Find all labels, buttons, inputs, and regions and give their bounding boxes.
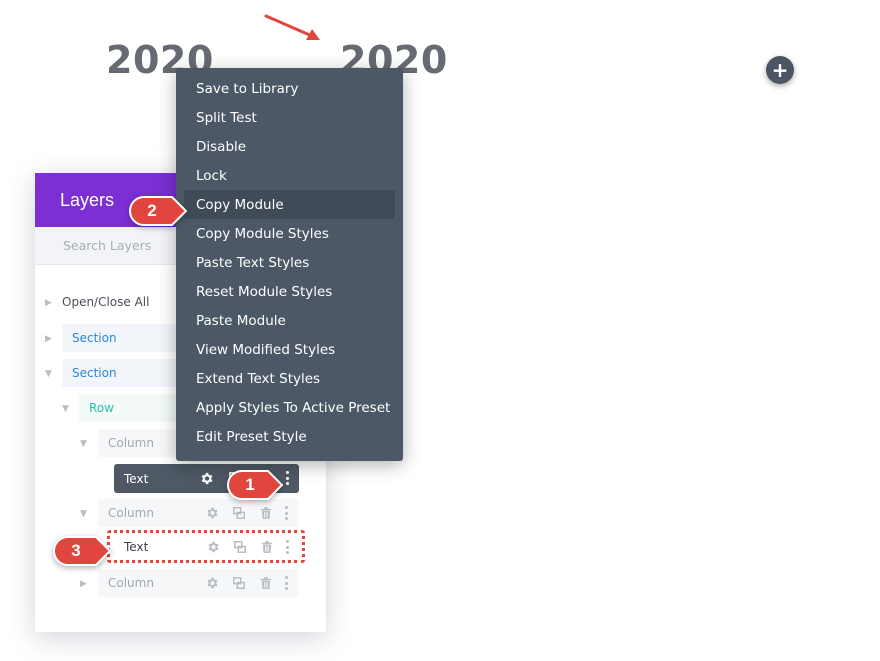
menu-item-lock[interactable]: Lock — [184, 161, 395, 190]
menu-item-paste-text-styles[interactable]: Paste Text Styles — [184, 248, 395, 277]
layer-column-3[interactable]: Column — [98, 569, 298, 597]
step-number: 2 — [147, 201, 157, 220]
collapse-triangle-icon[interactable]: ▼ — [62, 404, 69, 414]
menu-item-paste-module[interactable]: Paste Module — [184, 306, 395, 335]
layer-label: Row — [89, 401, 114, 415]
expand-triangle-icon[interactable]: ▶ — [45, 298, 52, 308]
expand-triangle-icon[interactable]: ▶ — [80, 579, 87, 589]
add-module-button[interactable]: + — [766, 56, 794, 84]
collapse-triangle-icon[interactable]: ▼ — [45, 369, 52, 379]
module-context-menu: Save to Library Split Test Disable Lock … — [176, 68, 403, 461]
gear-icon[interactable] — [199, 471, 214, 486]
gear-icon[interactable] — [205, 540, 220, 555]
expand-triangle-icon[interactable]: ▶ — [45, 334, 52, 344]
step-badge-2: 2 — [129, 196, 187, 226]
layer-label: Column — [108, 506, 154, 520]
kebab-menu-icon[interactable] — [285, 506, 288, 520]
layer-label: Text — [124, 539, 149, 554]
menu-item-save-to-library[interactable]: Save to Library — [184, 74, 395, 103]
annotation-arrow-icon — [264, 14, 320, 40]
menu-item-reset-module-styles[interactable]: Reset Module Styles — [184, 277, 395, 306]
layer-text-paste-target[interactable]: Text — [107, 530, 305, 563]
layer-label: Section — [72, 331, 117, 345]
kebab-menu-icon[interactable] — [285, 576, 288, 590]
trash-icon[interactable] — [258, 506, 273, 521]
duplicate-icon[interactable] — [232, 540, 247, 555]
collapse-triangle-icon[interactable]: ▼ — [80, 439, 87, 449]
menu-item-copy-module[interactable]: Copy Module — [184, 190, 395, 219]
layer-column-2[interactable]: Column — [98, 499, 298, 527]
plus-icon: + — [771, 58, 789, 82]
layer-label: Text — [124, 471, 149, 486]
menu-item-copy-module-styles[interactable]: Copy Module Styles — [184, 219, 395, 248]
step-badge-3: 3 — [53, 536, 111, 566]
step-number: 3 — [71, 541, 81, 560]
layer-label: Column — [108, 576, 154, 590]
kebab-menu-icon[interactable] — [286, 540, 289, 554]
gear-icon[interactable] — [204, 576, 219, 591]
gear-icon[interactable] — [204, 506, 219, 521]
duplicate-icon[interactable] — [231, 576, 246, 591]
step-number: 1 — [245, 475, 255, 494]
duplicate-icon[interactable] — [231, 506, 246, 521]
step-badge-1: 1 — [227, 470, 283, 500]
menu-item-extend-text-styles[interactable]: Extend Text Styles — [184, 364, 395, 393]
menu-item-disable[interactable]: Disable — [184, 132, 395, 161]
menu-item-view-modified-styles[interactable]: View Modified Styles — [184, 335, 395, 364]
menu-item-edit-preset-style[interactable]: Edit Preset Style — [184, 422, 395, 451]
layer-label: Section — [72, 366, 117, 380]
layer-label: Column — [108, 436, 154, 450]
open-close-label: Open/Close All — [62, 295, 150, 309]
menu-item-split-test[interactable]: Split Test — [184, 103, 395, 132]
menu-item-apply-styles-to-preset[interactable]: Apply Styles To Active Preset — [184, 393, 395, 422]
collapse-triangle-icon[interactable]: ▼ — [80, 509, 87, 519]
trash-icon[interactable] — [258, 576, 273, 591]
kebab-menu-icon[interactable] — [286, 471, 289, 485]
trash-icon[interactable] — [259, 540, 274, 555]
